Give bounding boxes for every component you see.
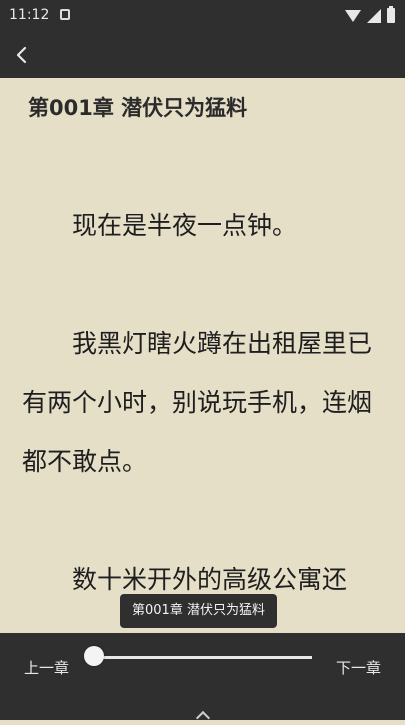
previous-chapter-button[interactable]: 上一章 [24, 657, 69, 678]
battery-icon [387, 6, 395, 23]
paragraph: 我黑灯瞎火蹲在出租屋里已有两个小时，别说玩手机，连烟都不敢点。 [22, 329, 373, 476]
top-app-bar [0, 32, 405, 78]
notification-icon [60, 9, 70, 20]
status-icons [345, 6, 395, 23]
signal-icon [367, 8, 381, 23]
chapter-progress-panel: 上一章 下一章 [0, 633, 405, 725]
chapter-progress-slider[interactable] [94, 656, 312, 659]
chevron-up-icon[interactable] [195, 710, 211, 725]
status-bar: 11:12 [0, 0, 405, 32]
next-chapter-button[interactable]: 下一章 [336, 657, 381, 678]
chapter-tooltip: 第001章 潜伏只为猛料 [120, 594, 277, 628]
paragraph: 现在是半夜一点钟。 [72, 211, 298, 240]
back-arrow-icon[interactable] [10, 43, 34, 67]
wifi-icon [345, 9, 361, 22]
chapter-title: 第001章 潜伏只为猛料 [28, 96, 248, 120]
slider-thumb[interactable] [84, 646, 104, 666]
status-time: 11:12 [9, 7, 50, 23]
